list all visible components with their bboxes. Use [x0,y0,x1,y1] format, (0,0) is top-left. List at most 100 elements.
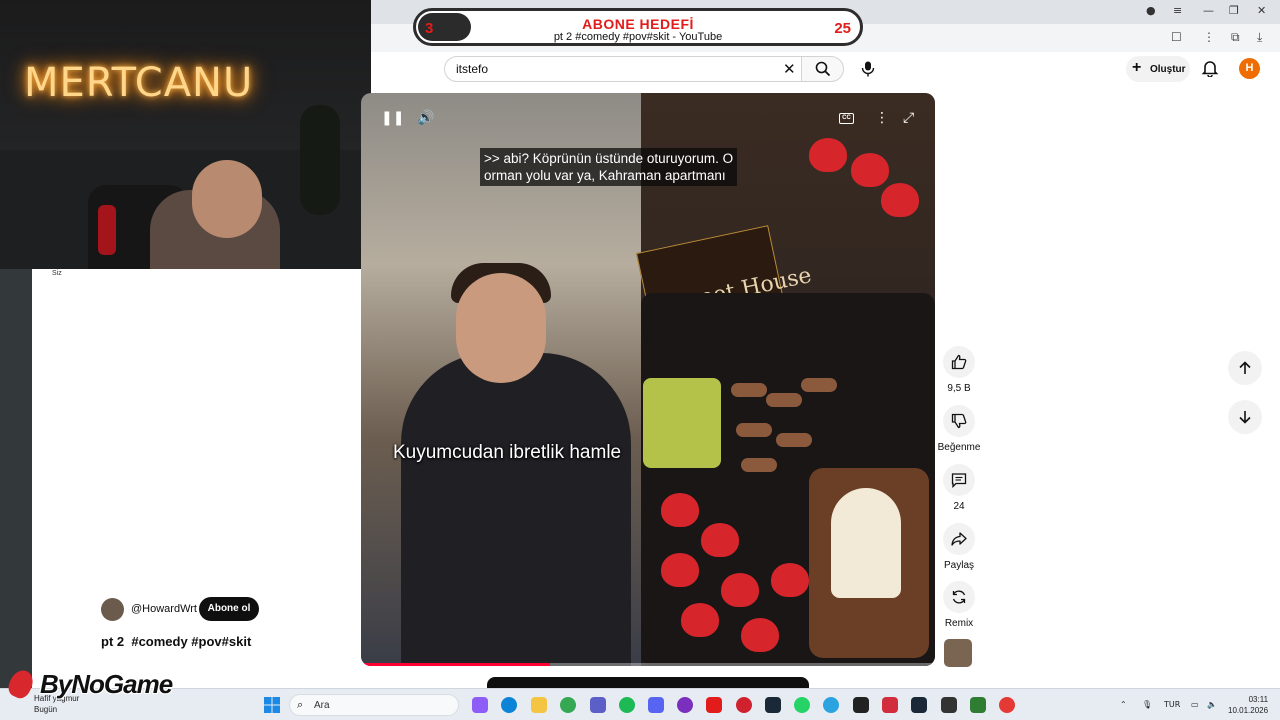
comments-action[interactable]: 24 [937,464,981,512]
webcam-chair-accent [98,205,116,255]
chocolate-biscuit [776,433,812,447]
clock-date: 10.01.2026 [1228,706,1269,715]
telegram-app-icon[interactable] [823,697,839,713]
strawberry [681,603,719,637]
teams-app-icon[interactable] [590,697,606,713]
goal-target: 25 [834,20,851,37]
bell-icon [1201,61,1219,78]
copilot-app-icon[interactable] [472,697,488,713]
remix-action[interactable]: Remix [937,581,981,629]
cream-decoration [831,488,901,598]
whatsapp-app-icon[interactable] [794,697,810,713]
tray-mic-icon[interactable]: 🎙 [1142,700,1152,709]
tray-chevron-icon[interactable]: ⌃ [1120,700,1127,709]
network-icon[interactable]: ▭ [1191,700,1199,709]
download-icon[interactable]: ⤓ [1257,30,1262,45]
chrome-app-icon[interactable] [560,697,576,713]
fullscreen-icon[interactable]: ⤢ [903,110,914,126]
chocolate-biscuit [801,378,837,392]
chocolate-biscuit [731,383,767,397]
search-input[interactable]: itstefo ✕ [444,56,802,82]
clear-search-icon[interactable]: ✕ [783,60,796,78]
siz-label[interactable]: Siz [52,270,62,277]
sound-thumbnail[interactable] [944,639,972,667]
close-window-icon[interactable]: ✕ [1257,4,1266,17]
menu-icon[interactable]: ≡ [1173,4,1182,17]
bookmark-icon[interactable]: ☐ [1171,30,1182,44]
remix-icon [952,590,966,604]
webcam-streamer-head [192,160,262,238]
share-button[interactable] [943,523,975,555]
volume-tray-icon[interactable]: 🔈 [1207,700,1217,709]
volume-icon[interactable]: 🔊 [417,110,434,126]
goal-title: ABONE HEDEFİ [582,16,694,32]
discord-app-icon[interactable] [648,697,664,713]
obs-app-icon[interactable] [853,697,869,713]
app-icon[interactable] [941,697,957,713]
strawberry [661,553,699,587]
spotify-app-icon[interactable] [619,697,635,713]
video-progress-bar[interactable] [361,663,935,666]
like-count: 9,5 B [947,383,971,394]
file-explorer-icon[interactable] [531,697,547,713]
video-title[interactable]: pt 2 #comedy #pov#skit [101,634,251,649]
strawberry [881,183,919,217]
app-icon[interactable] [999,697,1015,713]
chocolate-biscuit [766,393,802,407]
restore-icon[interactable]: ❐ [1229,4,1239,17]
video-overlay-text: Kuyumcudan ibretlik hamle [393,442,622,463]
channel-handle[interactable]: @HowardWrt [131,603,197,615]
remix-button[interactable] [943,581,975,613]
account-avatar[interactable]: H [1239,58,1260,79]
create-button[interactable]: + Oluştur [1126,56,1190,82]
comment-icon [951,473,967,488]
profile-icon[interactable]: ● [1146,4,1156,17]
strawberry [701,523,739,557]
strawberry [771,563,809,597]
plus-icon: + [1132,59,1142,76]
share-action[interactable]: Paylaş [937,523,981,571]
steam-app-icon[interactable] [765,697,781,713]
comment-count: 24 [953,501,965,512]
more-icon[interactable]: ⋮ [1203,30,1215,44]
extensions-icon[interactable]: ⧉ [1231,30,1240,45]
left-desktop-strip [0,269,32,689]
voice-search-button[interactable] [853,56,881,82]
next-short-button[interactable] [1228,400,1262,434]
strawberry [661,493,699,527]
twitch-app-icon[interactable] [677,697,693,713]
chocolate-biscuit [736,423,772,437]
comments-button[interactable] [943,464,975,496]
like-button[interactable] [943,346,975,378]
strawberry [741,618,779,652]
clock-time: 03:11 [1248,695,1269,704]
edge-app-icon[interactable] [501,697,517,713]
more-options-icon[interactable]: ⋮ [875,110,889,126]
subscribe-button[interactable]: Abone ol [199,597,259,621]
app-icon[interactable] [882,697,898,713]
opera-app-icon[interactable] [736,697,752,713]
windows-start-icon[interactable] [264,697,280,713]
video-player[interactable]: Sweet House ❚❚ 🔊 CC ⋮ ⤢ >> abi? Köprünün… [361,93,935,666]
dislike-button[interactable] [943,405,975,437]
arrow-up-icon [1239,361,1251,374]
captions-icon[interactable]: CC [839,113,854,124]
dislike-action[interactable]: Beğenme [937,405,981,453]
steam-app-icon[interactable] [911,697,927,713]
search-button[interactable] [801,56,844,82]
streamer-neon-name: MERTCANU [24,60,254,106]
like-action[interactable]: 9,5 B [937,346,981,394]
previous-short-button[interactable] [1228,351,1262,385]
terminal-app-icon[interactable] [970,697,986,713]
minimize-icon[interactable]: — [1203,4,1214,17]
yandex-app-icon[interactable] [706,697,722,713]
channel-avatar[interactable] [101,598,124,621]
pause-icon[interactable]: ❚❚ [381,110,404,126]
taskbar-search[interactable]: ⌕ Ara [289,694,459,716]
taskbar-search-placeholder: Ara [314,700,330,711]
search-icon: ⌕ [297,698,304,711]
keyboard-language[interactable]: TUR [1164,700,1180,709]
system-clock[interactable]: 03:11 10.01.2026 [1228,694,1268,716]
arrow-down-icon [1239,411,1251,424]
notifications-button[interactable] [1201,59,1221,79]
